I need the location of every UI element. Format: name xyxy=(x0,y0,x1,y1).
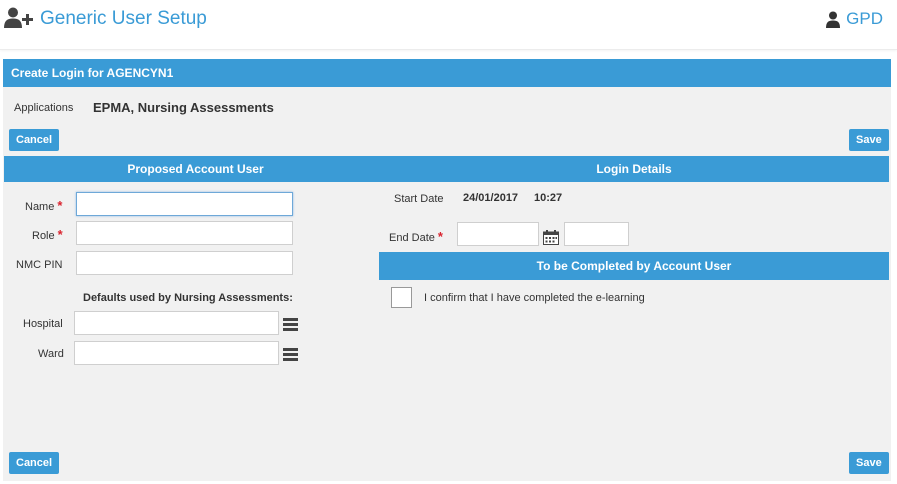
app-title: Generic User Setup xyxy=(40,8,207,29)
required-marker: * xyxy=(57,227,63,242)
proposed-account-user-header: Proposed Account User xyxy=(4,156,387,182)
ward-input[interactable] xyxy=(74,341,279,365)
user-menu[interactable]: GPD xyxy=(826,9,883,29)
applications-value: EPMA, Nursing Assessments xyxy=(93,100,274,115)
save-button-top[interactable]: Save xyxy=(849,129,889,151)
top-bar: Generic User Setup GPD xyxy=(0,0,897,50)
cancel-button-bottom[interactable]: Cancel xyxy=(9,452,60,474)
role-label: Role * xyxy=(32,227,63,242)
defaults-title: Defaults used by Nursing Assessments: xyxy=(83,292,293,304)
name-label: Name * xyxy=(25,198,62,213)
nmc-pin-input[interactable] xyxy=(76,251,293,275)
required-marker: * xyxy=(57,198,63,213)
user-icon xyxy=(826,11,841,28)
end-date-label: End Date * xyxy=(389,229,443,244)
role-input[interactable] xyxy=(76,221,293,245)
panel-title: Create Login for AGENCYN1 xyxy=(3,59,891,87)
name-input[interactable] xyxy=(76,192,293,216)
add-user-icon xyxy=(4,7,33,28)
elearning-confirm-label: I confirm that I have completed the e-le… xyxy=(424,292,645,304)
start-date-value: 24/01/2017 xyxy=(463,192,519,204)
save-button-bottom[interactable]: Save xyxy=(849,452,889,474)
name-label-text: Name xyxy=(25,201,55,213)
end-time-input[interactable] xyxy=(564,222,629,246)
cancel-button-top[interactable]: Cancel xyxy=(9,129,60,151)
end-date-input[interactable] xyxy=(457,222,539,246)
ward-label: Ward xyxy=(38,348,64,360)
hospital-label: Hospital xyxy=(23,318,63,330)
elearning-confirm-checkbox[interactable] xyxy=(391,287,412,308)
ward-list-icon[interactable] xyxy=(283,348,298,361)
end-date-label-text: End Date xyxy=(389,232,435,244)
nmc-pin-label: NMC PIN xyxy=(16,259,63,271)
login-details-header: Login Details xyxy=(379,156,889,182)
role-label-text: Role xyxy=(32,230,55,242)
calendar-icon[interactable] xyxy=(543,230,559,245)
user-name: GPD xyxy=(846,9,883,28)
to-be-completed-header: To be Completed by Account User xyxy=(379,252,889,280)
hospital-input[interactable] xyxy=(74,311,279,335)
start-time-value: 10:27 xyxy=(534,192,563,204)
applications-label: Applications xyxy=(14,102,74,114)
required-marker: * xyxy=(437,229,443,244)
hospital-list-icon[interactable] xyxy=(283,318,298,331)
create-login-panel: Create Login for AGENCYN1 Applications E… xyxy=(3,59,891,481)
start-date-label: Start Date xyxy=(394,193,444,205)
